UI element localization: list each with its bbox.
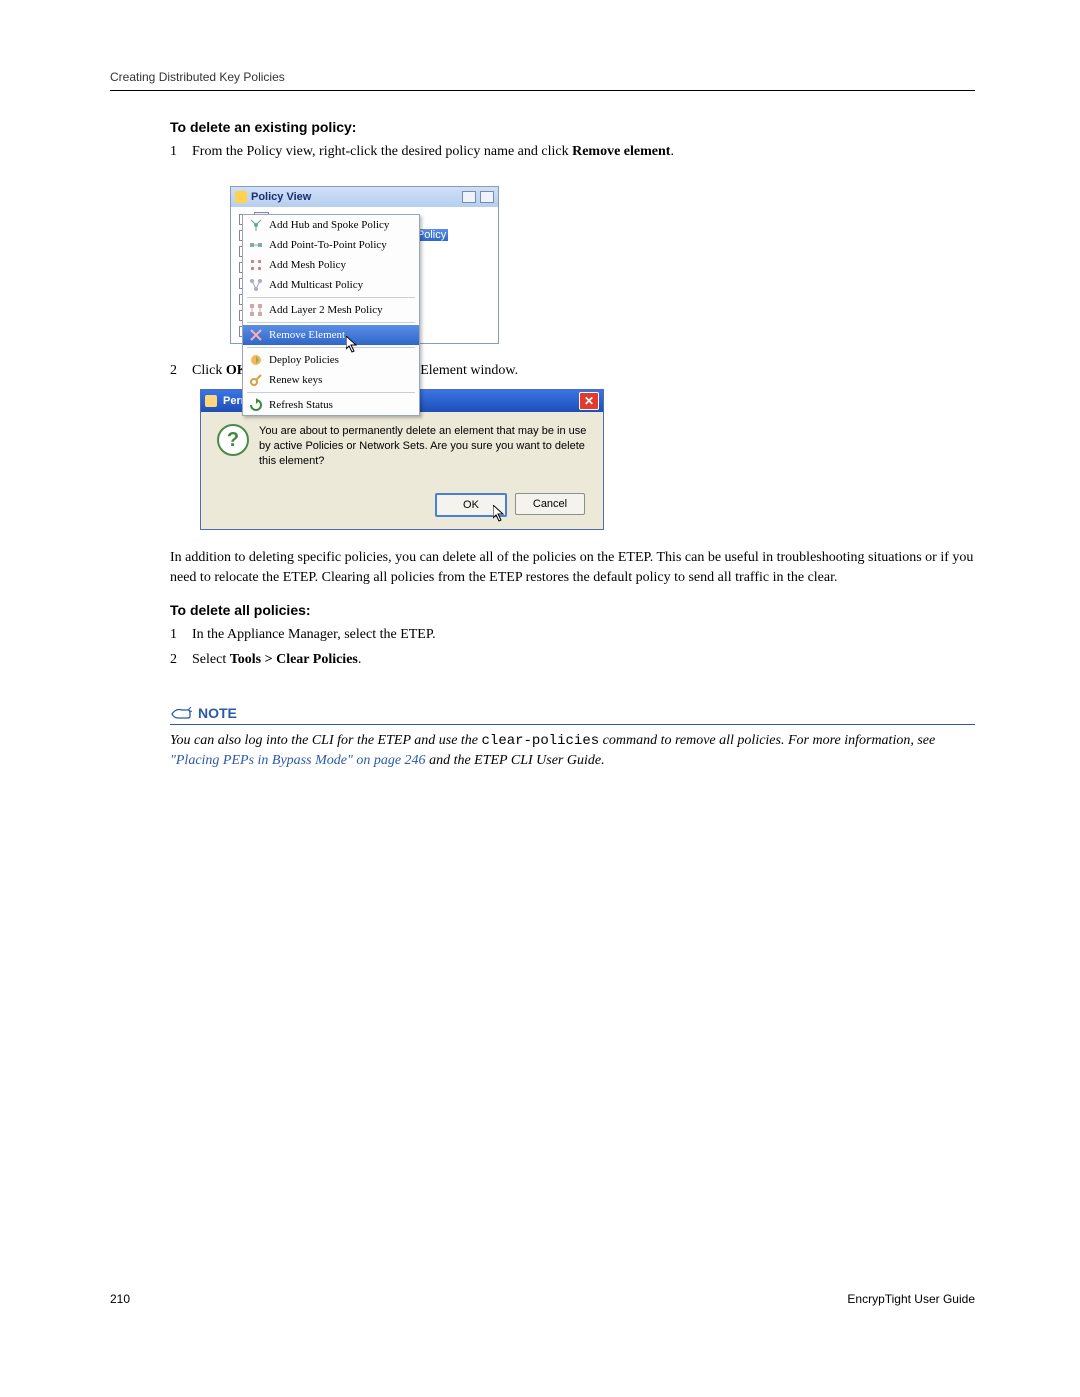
cursor-icon	[493, 505, 507, 523]
menu-add-l2mesh[interactable]: Add Layer 2 Mesh Policy	[243, 300, 419, 320]
dialog-message: You are about to permanently delete an e…	[259, 424, 591, 469]
menu-add-hub-spoke[interactable]: Add Hub and Spoke Policy	[243, 215, 419, 235]
policy-view-icon	[235, 191, 247, 203]
context-menu: Add Hub and Spoke Policy Add Point-To-Po…	[242, 214, 420, 416]
menu-separator	[247, 392, 415, 393]
step-text-post: .	[670, 144, 674, 159]
maximize-icon[interactable]	[480, 191, 494, 203]
question-icon: ?	[217, 424, 249, 456]
menu-renew-keys[interactable]: Renew keys	[243, 370, 419, 390]
doc-title-footer: EncrypTight User Guide	[847, 1292, 975, 1306]
step-number: 2	[170, 360, 192, 381]
step-number: 1	[170, 141, 192, 162]
menu-label: Add Layer 2 Mesh Policy	[269, 304, 383, 316]
note-heading: NOTE	[170, 704, 975, 725]
menu-label: Add Multicast Policy	[269, 279, 363, 291]
close-button[interactable]: ✕	[579, 392, 599, 410]
step-text-bold: Tools > Clear Policies	[230, 652, 358, 667]
step-text-bold: Remove element	[572, 144, 670, 159]
note-label: NOTE	[198, 705, 237, 721]
step-text: In the Appliance Manager, select the ETE…	[192, 624, 975, 645]
step-number: 2	[170, 649, 192, 670]
cancel-button[interactable]: Cancel	[515, 493, 585, 515]
menu-separator	[247, 297, 415, 298]
step-text-pre: From the Policy view, right-click the de…	[192, 144, 572, 159]
menu-label: Add Hub and Spoke Policy	[269, 219, 389, 231]
multicast-icon	[249, 278, 263, 292]
l2mesh-icon	[249, 303, 263, 317]
step-number: 1	[170, 624, 192, 645]
step-text: Select Tools > Clear Policies.	[192, 649, 975, 670]
note-link[interactable]: "Placing PEPs in Bypass Mode" on page 24…	[170, 753, 426, 768]
menu-label: Deploy Policies	[269, 354, 339, 366]
section-delete-all-title: To delete all policies:	[170, 602, 975, 618]
delete-icon	[249, 328, 263, 342]
menu-label: Renew keys	[269, 374, 322, 386]
running-header: Creating Distributed Key Policies	[110, 70, 975, 91]
menu-add-mesh[interactable]: Add Mesh Policy	[243, 255, 419, 275]
note-text-mid: command to remove all policies. For more…	[599, 733, 935, 748]
step-2-delete-all: 2 Select Tools > Clear Policies.	[170, 649, 975, 670]
menu-remove-element[interactable]: Remove Element	[243, 325, 419, 345]
lock-icon	[205, 395, 217, 407]
menu-label: Add Mesh Policy	[269, 259, 346, 271]
hub-spoke-icon	[249, 218, 263, 232]
step-text-post: .	[358, 652, 362, 667]
menu-label: Refresh Status	[269, 399, 333, 411]
step-1-delete-existing: 1 From the Policy view, right-click the …	[170, 141, 975, 162]
renew-icon	[249, 373, 263, 387]
menu-deploy-policies[interactable]: Deploy Policies	[243, 350, 419, 370]
paragraph-clear-policies: In addition to deleting specific policie…	[170, 548, 975, 589]
menu-add-ptp[interactable]: Add Point-To-Point Policy	[243, 235, 419, 255]
minimize-icon[interactable]	[462, 191, 476, 203]
menu-label: Remove Element	[269, 329, 345, 341]
menu-separator	[247, 347, 415, 348]
section-delete-existing-title: To delete an existing policy:	[170, 119, 975, 135]
menu-refresh-status[interactable]: Refresh Status	[243, 395, 419, 415]
note-text-post: and the ETEP CLI User Guide.	[426, 753, 605, 768]
mesh-icon	[249, 258, 263, 272]
deploy-icon	[249, 353, 263, 367]
menu-separator	[247, 322, 415, 323]
menu-add-multicast[interactable]: Add Multicast Policy	[243, 275, 419, 295]
note-text-pre: You can also log into the CLI for the ET…	[170, 733, 482, 748]
step-1-delete-all: 1 In the Appliance Manager, select the E…	[170, 624, 975, 645]
cursor-icon	[346, 336, 360, 354]
page-number: 210	[110, 1292, 130, 1306]
step-text-pre: Click	[192, 363, 226, 378]
refresh-icon	[249, 398, 263, 412]
menu-label: Add Point-To-Point Policy	[269, 239, 387, 251]
ptp-icon	[249, 238, 263, 252]
step-text: From the Policy view, right-click the de…	[192, 141, 975, 162]
policy-view-titlebar: Policy View	[231, 187, 498, 207]
note-hand-icon	[170, 704, 192, 722]
note-body: You can also log into the CLI for the ET…	[170, 731, 975, 772]
note-code: clear-policies	[482, 733, 600, 749]
step-text-pre: Select	[192, 652, 230, 667]
policy-view-title: Policy View	[251, 191, 311, 203]
